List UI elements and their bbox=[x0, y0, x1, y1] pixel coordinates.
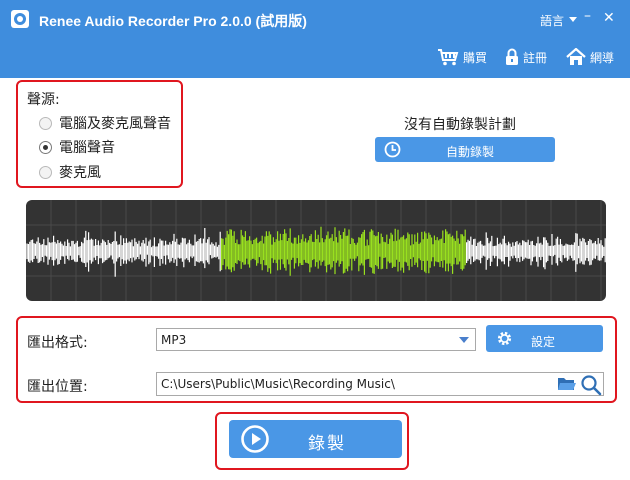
record-button[interactable]: 錄製 bbox=[229, 420, 402, 458]
audio-source-label: 聲源: bbox=[27, 92, 60, 108]
window-title: Renee Audio Recorder Pro 2.0.0 (試用版) bbox=[39, 13, 307, 29]
export-format-label: 匯出格式: bbox=[27, 335, 88, 351]
record-label: 錄製 bbox=[308, 434, 346, 454]
radio-unselected[interactable] bbox=[39, 116, 52, 130]
app-logo-icon bbox=[11, 10, 29, 28]
lock-icon bbox=[506, 48, 518, 65]
settings-button[interactable]: 設定 bbox=[486, 325, 603, 352]
gear-icon bbox=[497, 331, 512, 346]
source-option-computer[interactable]: 電腦聲音 bbox=[39, 138, 115, 156]
format-value: MP3 bbox=[161, 333, 187, 347]
auto-record-button[interactable]: 自動錄製 bbox=[375, 137, 555, 162]
play-icon bbox=[241, 425, 269, 453]
title-bar: Renee Audio Recorder Pro 2.0.0 (試用版) 語言 … bbox=[0, 0, 630, 40]
home-button[interactable]: 網導 bbox=[566, 47, 614, 67]
settings-label: 設定 bbox=[531, 335, 556, 349]
source-option-label: 電腦及麥克風聲音 bbox=[59, 116, 171, 132]
buy-label: 購買 bbox=[463, 50, 488, 65]
cart-icon bbox=[438, 49, 459, 66]
source-option-label: 麥克風 bbox=[59, 165, 101, 181]
source-option-computer-and-mic[interactable]: 電腦及麥克風聲音 bbox=[39, 114, 171, 132]
close-button[interactable]: ✕ bbox=[603, 11, 615, 25]
radio-selected[interactable] bbox=[39, 140, 52, 154]
source-option-label: 電腦聲音 bbox=[59, 140, 115, 156]
home-icon bbox=[566, 48, 586, 65]
waveform-graphic bbox=[26, 200, 606, 301]
home-label: 網導 bbox=[590, 50, 615, 65]
source-option-mic[interactable]: 麥克風 bbox=[39, 163, 101, 181]
export-path-field[interactable]: C:\Users\Public\Music\Recording Music\ bbox=[156, 372, 604, 396]
auto-record-label: 自動錄製 bbox=[445, 145, 494, 159]
minimize-button[interactable]: – bbox=[584, 9, 591, 23]
buy-button[interactable]: 購買 bbox=[437, 47, 487, 67]
register-button[interactable]: 註冊 bbox=[505, 47, 547, 67]
register-label: 註冊 bbox=[523, 50, 548, 65]
schedule-status: 沒有自動錄製計劃 bbox=[404, 117, 516, 133]
language-menu[interactable]: 語言 bbox=[540, 12, 564, 29]
chevron-down-icon[interactable] bbox=[459, 337, 469, 343]
toolbar: 購買 註冊 網導 bbox=[0, 40, 630, 78]
radio-unselected[interactable] bbox=[39, 165, 52, 179]
export-location-label: 匯出位置: bbox=[27, 379, 88, 395]
format-select[interactable]: MP3 bbox=[156, 328, 476, 351]
audio-waveform bbox=[26, 200, 606, 301]
folder-icon[interactable] bbox=[557, 375, 576, 392]
chevron-down-icon[interactable] bbox=[569, 17, 577, 22]
search-icon[interactable] bbox=[580, 374, 602, 396]
